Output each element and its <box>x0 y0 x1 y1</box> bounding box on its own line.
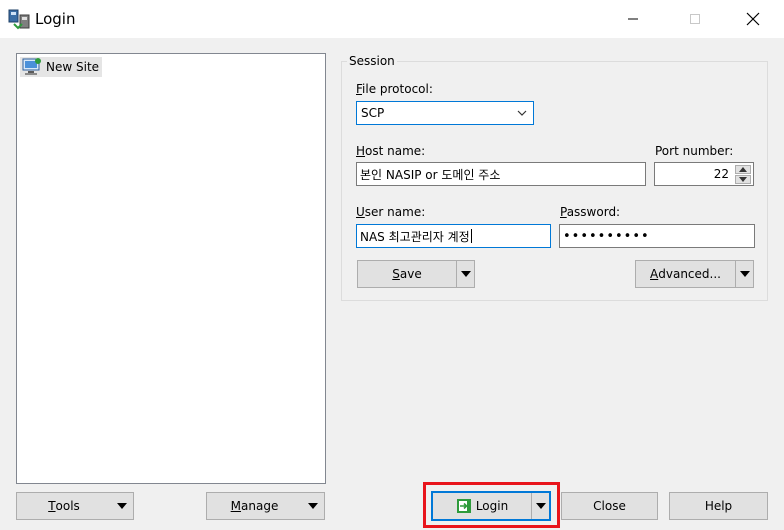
port-number-stepper[interactable]: 22 <box>654 162 754 186</box>
help-button[interactable]: Help <box>669 492 768 520</box>
minimize-button[interactable] <box>610 0 656 38</box>
host-name-label-text: ost name: <box>365 144 426 158</box>
session-legend: Session <box>347 54 397 68</box>
site-tree-item-label: New Site <box>46 60 100 74</box>
user-name-label: User name: <box>356 205 426 219</box>
caret-down-icon <box>739 271 750 277</box>
chevron-down-icon <box>739 177 747 182</box>
minimize-icon <box>628 18 638 20</box>
title-bar: Login <box>0 0 784 38</box>
advanced-button[interactable]: Advanced... <box>635 260 754 288</box>
file-protocol-select[interactable]: SCP <box>356 101 534 125</box>
close-window-button[interactable] <box>730 0 776 38</box>
password-label: Password: <box>560 205 621 219</box>
save-dropdown-button[interactable] <box>456 261 474 287</box>
tools-button[interactable]: Tools <box>16 492 134 520</box>
tools-button-main[interactable]: Tools <box>17 493 111 519</box>
manage-button[interactable]: Manage <box>206 492 325 520</box>
manage-mnemonic: M <box>230 499 242 513</box>
close-icon <box>746 12 760 26</box>
host-name-label: Host name: <box>356 144 426 158</box>
save-label-rest: ave <box>399 267 422 281</box>
port-decrement-button[interactable] <box>735 175 751 184</box>
host-name-input[interactable]: 본인 NASIP or 도메인 주소 <box>356 162 646 186</box>
site-tree[interactable]: New Site <box>16 53 326 484</box>
tools-label-rest: ools <box>55 499 80 513</box>
save-mnemonic: S <box>392 267 400 281</box>
manage-label-rest: anage <box>241 499 279 513</box>
tools-mnemonic: T <box>48 499 56 513</box>
save-button-main[interactable]: Save <box>358 261 456 287</box>
advanced-mnemonic: A <box>650 267 659 281</box>
tools-dropdown-arrow[interactable] <box>111 503 133 509</box>
close-button[interactable]: Close <box>561 492 658 520</box>
port-increment-button[interactable] <box>735 165 751 174</box>
user-name-label-text: ser name: <box>364 205 426 219</box>
port-number-label: Port number: <box>655 144 733 158</box>
save-button[interactable]: Save <box>357 260 475 288</box>
file-protocol-label: File protocol: <box>356 82 433 96</box>
caret-down-icon <box>460 271 471 277</box>
close-label: Close <box>593 499 626 513</box>
password-input[interactable]: •••••••••• <box>559 224 755 248</box>
chevron-down-icon <box>517 110 527 116</box>
caret-down-icon <box>117 503 127 509</box>
password-label-text: assword: <box>566 205 621 219</box>
advanced-button-main[interactable]: Advanced... <box>636 261 735 287</box>
chevron-up-icon <box>739 167 747 172</box>
winscp-icon <box>8 9 30 30</box>
file-protocol-value: SCP <box>361 106 385 120</box>
user-name-input[interactable]: NAS 최고관리자 계정 <box>356 224 551 248</box>
highlight-annotation-box <box>423 482 560 528</box>
advanced-dropdown-button[interactable] <box>735 261 753 287</box>
advanced-label-rest: dvanced... <box>658 267 721 281</box>
text-caret <box>470 229 472 243</box>
manage-dropdown-arrow[interactable] <box>302 503 324 509</box>
maximize-button[interactable] <box>672 0 718 38</box>
maximize-icon <box>690 14 700 24</box>
help-label: Help <box>704 499 733 513</box>
port-number-value: 22 <box>713 167 729 181</box>
caret-down-icon <box>308 503 318 509</box>
port-number-label-text: Port number: <box>655 144 734 158</box>
computer-site-icon <box>22 58 41 75</box>
file-protocol-label-text: ile protocol: <box>362 82 433 96</box>
site-tree-item-new-site[interactable]: New Site <box>20 57 103 77</box>
user-name-value: NAS 최고관리자 계정 <box>360 229 470 244</box>
manage-button-main[interactable]: Manage <box>207 493 302 519</box>
window-title: Login <box>35 10 76 28</box>
